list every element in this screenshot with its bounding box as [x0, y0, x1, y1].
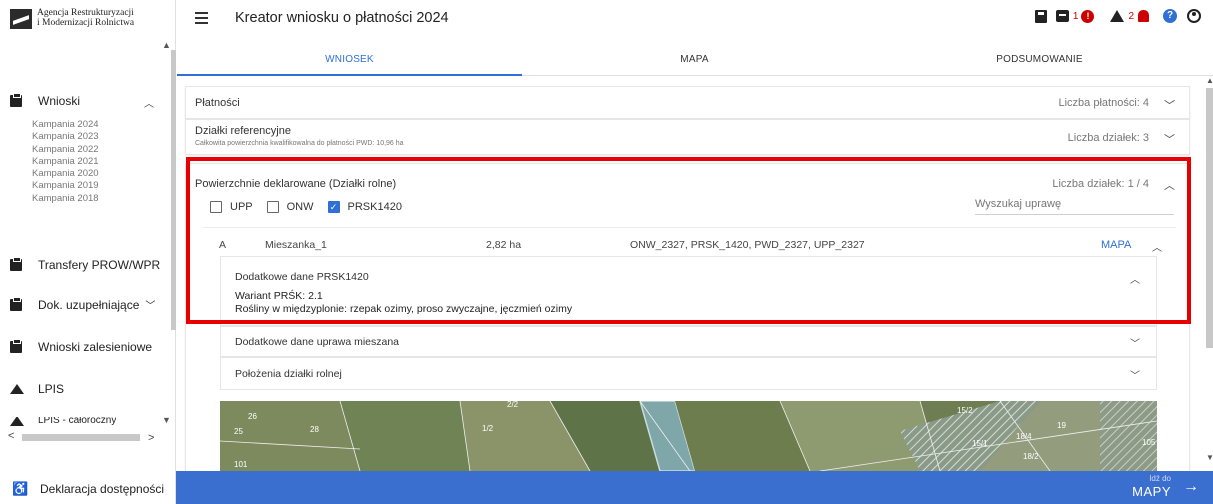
error-count: 1	[1072, 10, 1079, 22]
clipboard-icon	[10, 93, 22, 107]
highlight-box	[186, 157, 1191, 324]
error-icon[interactable]: !	[1081, 9, 1095, 23]
sidebar-item-kampania-2022[interactable]: Kampania 2022	[32, 144, 99, 156]
scroll-left-icon[interactable]: <	[8, 430, 14, 442]
logo-line-2: i Modernizacji Rolnictwa	[37, 18, 135, 28]
map-label: 2/2	[507, 401, 519, 409]
map-label: 15/1	[972, 439, 988, 448]
map-image: 26 25 28 1/2 2/2 15/2 19 15/1 18/4 18/2 …	[220, 401, 1157, 471]
map-label: 19	[1057, 421, 1066, 430]
sidebar-item-zalesieniowe[interactable]: Wnioski zalesieniowe	[10, 339, 153, 354]
scroll-up-icon[interactable]: ▲	[1206, 76, 1213, 85]
warning-count: 2	[1128, 10, 1134, 22]
sidebar-item-deklaracja[interactable]: ♿ Deklaracja dostępności	[12, 481, 164, 497]
sidebar-item-kampania-2023[interactable]: Kampania 2023	[32, 131, 99, 143]
chevron-down-icon[interactable]: ﹀	[1130, 367, 1140, 382]
sidebar-item-lpis-caloroczny[interactable]: LPIS - całoroczny	[10, 417, 116, 426]
campaign-list: Kampania 2024 Kampania 2023 Kampania 202…	[32, 119, 99, 205]
bell-icon[interactable]	[1138, 10, 1149, 22]
sidebar-scroll-down-icon[interactable]: ▼	[162, 415, 171, 425]
sidebar-item-kampania-2019[interactable]: Kampania 2019	[32, 180, 99, 192]
tab-wniosek[interactable]: WNIOSEK	[177, 45, 522, 76]
payments-count: Liczba płatności: 4	[1058, 97, 1150, 109]
scroll-right-icon[interactable]: >	[148, 432, 154, 444]
save-icon[interactable]	[1034, 9, 1047, 23]
map-label: 105	[1142, 438, 1156, 447]
sidebar-item-kampania-2021[interactable]: Kampania 2021	[32, 156, 99, 168]
map-label: 26	[248, 412, 257, 421]
arimr-logo-icon	[10, 9, 32, 29]
mountain-icon	[10, 417, 24, 426]
print-icon[interactable]	[1055, 10, 1069, 22]
sidebar-item-label: Wnioski	[38, 94, 81, 108]
parcel-map[interactable]: 26 25 28 1/2 2/2 15/2 19 15/1 18/4 18/2 …	[220, 401, 1157, 471]
scroll-thumb[interactable]	[1206, 88, 1213, 348]
content-scrollbar[interactable]: ▲ ▼	[1205, 76, 1213, 471]
sidebar-item-transfery[interactable]: Transfery PROW/WPR	[10, 257, 161, 272]
header: Kreator wniosku o płatności 2024 1 ! 2 ?	[177, 0, 1213, 40]
tab-bar: WNIOSEK MAPA PODSUMOWANIE	[177, 45, 1213, 76]
page-title: Kreator wniosku o płatności 2024	[235, 10, 449, 26]
map-label: 25	[234, 427, 243, 436]
sidebar-item-label: LPIS	[38, 382, 65, 396]
tab-mapa[interactable]: MAPA	[522, 45, 867, 76]
menu-icon[interactable]	[195, 12, 208, 24]
platnosci-panel[interactable]: Płatności Liczba płatności: 4 ﹀	[185, 86, 1190, 119]
sidebar-scroll-up-icon[interactable]: ▲	[162, 40, 171, 50]
sidebar-item-lpis[interactable]: LPIS	[10, 382, 64, 396]
go-to-map-bar[interactable]: Idź do MAPY →	[176, 471, 1213, 504]
parcels-count: Liczba działek: 3	[1067, 132, 1149, 144]
chevron-up-icon[interactable]: ︿	[144, 95, 154, 110]
sidebar-item-kampania-2018[interactable]: Kampania 2018	[32, 193, 99, 205]
sidebar: Agencja Restrukturyzacji i Modernizacji …	[0, 0, 176, 504]
sidebar-item-kampania-2020[interactable]: Kampania 2020	[32, 168, 99, 180]
panel-subtitle: Całkowita powierzchnia kwalifikowalna do…	[195, 140, 404, 147]
sub-panel-title: Położenia działki rolnej	[235, 368, 342, 380]
sidebar-item-label: Wnioski zalesieniowe	[38, 340, 153, 354]
arimr-logo[interactable]: Agencja Restrukturyzacji i Modernizacji …	[10, 8, 134, 29]
user-icon[interactable]	[1187, 9, 1201, 23]
warning-icon[interactable]	[1110, 10, 1125, 22]
dzialki-referencyjne-panel[interactable]: Działki referencyjne Całkowita powierzch…	[185, 119, 1190, 155]
map-label: 1/2	[482, 424, 494, 433]
scroll-thumb[interactable]	[22, 434, 140, 441]
clipboard-icon	[10, 257, 22, 271]
sidebar-item-dok-uzupelniajace[interactable]: Dok. uzupełniające ﹀	[10, 296, 156, 312]
sidebar-item-label: Deklaracja dostępności	[40, 482, 165, 496]
map-label: 101	[234, 460, 248, 469]
chevron-down-icon[interactable]: ﹀	[1130, 335, 1140, 350]
chevron-down-icon[interactable]: ﹀	[1164, 97, 1175, 113]
accessibility-icon: ♿	[12, 481, 29, 496]
sidebar-horizontal-scrollbar[interactable]: < >	[8, 430, 160, 446]
chevron-down-icon: ﹀	[145, 301, 156, 312]
sidebar-item-kampania-2024[interactable]: Kampania 2024	[32, 119, 99, 131]
map-label: 28	[310, 425, 319, 434]
panel-title: Działki referencyjne	[195, 125, 291, 137]
logo-line-1: Agencja Restrukturyzacji	[37, 8, 134, 18]
arrow-right-icon[interactable]: →	[1183, 478, 1199, 496]
help-icon[interactable]: ?	[1163, 9, 1177, 23]
go-to-label: Idź do	[1149, 474, 1171, 483]
header-actions: 1 ! 2 ?	[1026, 9, 1201, 23]
uprawa-mieszana-panel[interactable]: Dodatkowe dane uprawa mieszana ﹀	[220, 326, 1157, 357]
go-to-map-button[interactable]: MAPY	[1132, 484, 1171, 499]
sidebar-item-label: Dok. uzupełniające	[38, 297, 140, 312]
map-label: 18/2	[1023, 452, 1039, 461]
sub-panel-title: Dodatkowe dane uprawa mieszana	[235, 336, 400, 348]
mountain-icon	[10, 384, 24, 394]
sidebar-scrollbar[interactable]	[171, 50, 176, 330]
polozenia-panel[interactable]: Położenia działki rolnej ﹀	[220, 357, 1157, 390]
map-label: 18/4	[1016, 432, 1032, 441]
scroll-down-icon[interactable]: ▼	[1206, 453, 1213, 462]
clipboard-icon	[10, 339, 22, 353]
tab-podsumowanie[interactable]: PODSUMOWANIE	[867, 45, 1212, 76]
sidebar-item-wnioski[interactable]: Wnioski	[10, 93, 81, 108]
map-label: 15/2	[957, 406, 973, 415]
sidebar-item-label: Transfery PROW/WPR	[38, 258, 161, 272]
sidebar-item-label: LPIS - całoroczny	[38, 417, 117, 426]
clipboard-icon	[10, 296, 22, 311]
panel-title: Płatności	[195, 97, 240, 109]
chevron-down-icon[interactable]: ﹀	[1164, 131, 1175, 147]
